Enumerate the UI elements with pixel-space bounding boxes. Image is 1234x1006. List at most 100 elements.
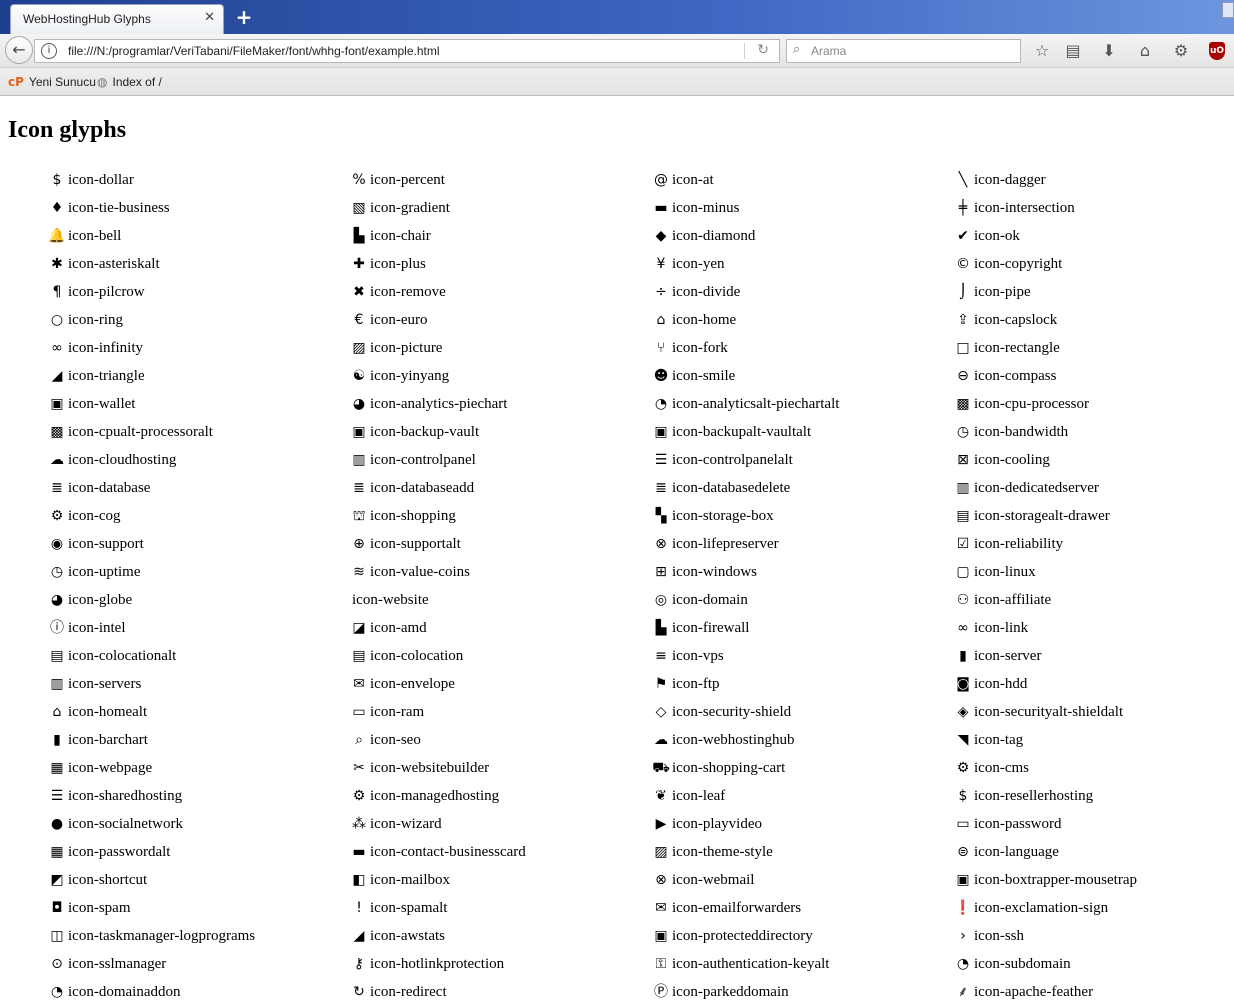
dedicatedserver-icon: ▥: [956, 480, 970, 496]
glyph-label: icon-backup-vault: [370, 424, 480, 440]
tab-active[interactable]: WebHostingHub Glyphs ✕: [10, 4, 224, 34]
glyph-label: icon-spamalt: [370, 900, 448, 916]
glyph-label: icon-leaf: [672, 788, 726, 804]
glyph-label: icon-cog: [68, 508, 121, 524]
glyph-label: icon-password: [974, 816, 1062, 832]
url-bar[interactable]: i file:///N:/programlar/VeriTabani/FileM…: [34, 39, 780, 63]
url-text[interactable]: file:///N:/programlar/VeriTabani/FileMak…: [68, 44, 440, 58]
socialnetwork-icon: ●: [50, 816, 64, 832]
password-icon: ▭: [956, 816, 970, 832]
glyph-label: icon-resellerhosting: [974, 788, 1094, 804]
controlpanel-icon: ▥: [352, 452, 366, 468]
glyph-label: icon-tie-business: [68, 200, 170, 216]
picture-icon: ▨: [352, 340, 366, 356]
glyph-label: icon-managedhosting: [370, 788, 500, 804]
glyph-label: icon-apache-feather: [974, 984, 1094, 1000]
glyph-label: icon-dollar: [68, 172, 134, 188]
url-separator: [744, 43, 745, 59]
reliability-icon: ☑: [956, 536, 970, 552]
back-button[interactable]: ←: [5, 36, 33, 64]
diamond-icon: ◆: [655, 228, 667, 244]
capslock-icon: ⇪: [957, 312, 969, 328]
bookmarks-library-icon[interactable]: ▤: [1062, 40, 1084, 62]
affiliate-icon: ⚇: [956, 592, 970, 608]
pilcrow-icon: ¶: [52, 284, 62, 300]
glyph-label: icon-homealt: [68, 704, 148, 720]
glyph-label: icon-websitebuilder: [370, 760, 490, 776]
bookmark-index-of[interactable]: ◍ Index of /: [97, 75, 162, 89]
fork-icon: ⑂: [656, 340, 666, 356]
apache-feather-icon: ⸙: [957, 984, 969, 1000]
glyph-label: icon-divide: [672, 284, 741, 300]
glyph-label: icon-backupalt-vaultalt: [672, 424, 812, 440]
glyph-label: icon-cpu-processor: [974, 396, 1089, 412]
analyticsalt-piechartalt-icon: ◔: [654, 396, 668, 412]
backup-vault-icon: ▣: [352, 424, 366, 440]
bookmark-label: Index of /: [112, 75, 162, 89]
domain-icon: ◎: [654, 592, 668, 608]
glyph-label: icon-diamond: [672, 228, 756, 244]
divide-icon: ÷: [655, 284, 667, 300]
glyph-label: icon-asteriskalt: [68, 256, 160, 272]
minus-icon: ▬: [654, 200, 668, 216]
addon-icon[interactable]: ⚙: [1170, 40, 1192, 62]
globe-icon: ◕: [50, 592, 64, 608]
bookmark-label: Yeni Sunucu: [28, 75, 96, 89]
search-placeholder[interactable]: Arama: [811, 44, 846, 58]
glyph-label: icon-mailbox: [370, 872, 450, 888]
close-tab-icon[interactable]: ✕: [204, 10, 215, 25]
amd-icon: ◪: [352, 620, 366, 636]
cog-icon: ⚙: [50, 508, 64, 524]
glyph-label: icon-percent: [370, 172, 445, 188]
glyph-label: icon-seo: [370, 732, 421, 748]
title-bar: WebHostingHub Glyphs ✕ +: [0, 0, 1234, 34]
new-tab-button[interactable]: +: [232, 4, 256, 30]
bookmark-yeni-sunucu[interactable]: cP Yeni Sunucu: [8, 75, 96, 89]
glyph-label: icon-support: [68, 536, 144, 552]
backupalt-vaultalt-icon: ▣: [654, 424, 668, 440]
downloads-icon[interactable]: ⬇: [1098, 40, 1120, 62]
glyph-label: icon-affiliate: [974, 592, 1052, 608]
search-bar[interactable]: ⌕ Arama: [786, 39, 1021, 63]
parkeddomain-icon: Ⓟ: [654, 984, 668, 1000]
browser-window: WebHostingHub Glyphs ✕ + ← i file:///N:/…: [0, 0, 1234, 1000]
glyph-label: icon-tag: [974, 732, 1024, 748]
globe-icon: ◍: [97, 75, 108, 89]
glyph-label: icon-domainaddon: [68, 984, 181, 1000]
glyph-label: icon-vps: [672, 648, 724, 664]
storagealt-drawer-icon: ▤: [956, 508, 970, 524]
link-icon: ∞: [957, 620, 969, 636]
glyph-label: icon-gradient: [370, 200, 450, 216]
theme-style-icon: ▨: [654, 844, 668, 860]
glyph-label: icon-theme-style: [672, 844, 773, 860]
glyph-label: icon-shopping: [370, 508, 456, 524]
site-info-icon[interactable]: i: [41, 43, 57, 59]
glyph-label: icon-webhostinghub: [672, 732, 795, 748]
ublock-origin-icon[interactable]: uO: [1209, 42, 1225, 60]
home-icon[interactable]: ⌂: [1134, 40, 1156, 62]
glyph-label: icon-pilcrow: [68, 284, 145, 300]
window-control-button[interactable]: [1222, 2, 1234, 18]
search-icon: ⌕: [793, 42, 801, 57]
glyph-label: icon-capslock: [974, 312, 1058, 328]
glyph-label: icon-compass: [974, 368, 1057, 384]
glyph-label: icon-cpualt-processoralt: [68, 424, 213, 440]
server-icon: ▮: [959, 648, 967, 664]
redirect-icon: ↻: [353, 984, 365, 1000]
infinity-icon: ∞: [51, 340, 63, 356]
glyph-label: icon-controlpanel: [370, 452, 476, 468]
windows-icon: ⊞: [655, 564, 667, 580]
copyright-icon: ©: [956, 256, 970, 272]
gradient-icon: ▧: [352, 200, 366, 216]
cpualt-processoralt-icon: ▩: [50, 424, 64, 440]
glyph-label: icon-colocationalt: [68, 648, 177, 664]
sslmanager-icon: ⊙: [51, 956, 63, 972]
glyph-label: icon-hdd: [974, 676, 1028, 692]
asteriskalt-icon: ✱: [51, 256, 63, 272]
glyph-label: icon-parkeddomain: [672, 984, 789, 1000]
bookmark-star-icon[interactable]: ☆: [1031, 40, 1053, 62]
seo-icon: ⌕: [355, 732, 363, 748]
language-icon: ⊜: [957, 844, 969, 860]
reload-icon[interactable]: ↻: [757, 42, 769, 58]
security-shield-icon: ◇: [655, 704, 667, 720]
